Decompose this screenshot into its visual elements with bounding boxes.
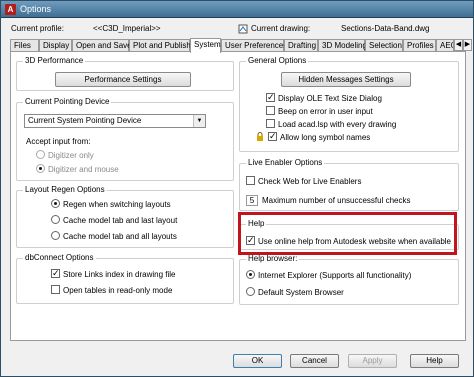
help-browser-group: Help browser: Internet Explorer (Support…: [239, 254, 459, 305]
current-profile-value: <<C3D_Imperial>>: [93, 24, 161, 33]
ole-text-size-checkbox[interactable]: Display OLE Text Size Dialog: [266, 92, 382, 104]
max-checks-row: 5 Maximum number of unsuccessful checks: [246, 195, 411, 206]
cancel-button[interactable]: Cancel: [290, 354, 339, 368]
pointing-device-value: Current System Pointing Device: [28, 116, 142, 125]
default-browser-radio[interactable]: Default System Browser: [246, 287, 344, 298]
performance-settings-button[interactable]: Performance Settings: [55, 72, 191, 87]
tab-strip: Files Display Open and Save Plot and Pub…: [10, 38, 472, 53]
internet-explorer-radio[interactable]: Internet Explorer (Supports all function…: [246, 270, 411, 281]
tab-system[interactable]: System: [190, 38, 221, 53]
ok-button[interactable]: OK: [233, 354, 282, 368]
tab-scroll-left-icon[interactable]: ◀: [454, 39, 463, 51]
current-profile-label: Current profile:: [11, 24, 64, 33]
options-dialog: A Options Current profile: <<C3D_Imperia…: [0, 0, 474, 377]
hidden-messages-button[interactable]: Hidden Messages Settings: [281, 72, 411, 87]
drawing-icon: [238, 24, 248, 36]
live-enabler-title: Live Enabler Options: [246, 158, 325, 167]
cache-last-layout-radio[interactable]: Cache model tab and last layout: [51, 215, 177, 226]
cache-all-layouts-radio[interactable]: Cache model tab and all layouts: [51, 231, 177, 242]
layout-regen-title: Layout Regen Options: [23, 185, 107, 194]
pointing-device-title: Current Pointing Device: [23, 97, 112, 106]
3d-performance-title: 3D Performance: [23, 56, 86, 65]
load-acad-lsp-checkbox[interactable]: Load acad.lsp with every drawing: [266, 119, 396, 130]
window-title: Options: [20, 4, 52, 14]
max-checks-input[interactable]: 5: [246, 195, 258, 206]
read-only-checkbox[interactable]: Open tables in read-only mode: [51, 285, 172, 296]
title-bar[interactable]: A Options: [1, 1, 473, 18]
chevron-down-icon[interactable]: ▼: [193, 115, 205, 127]
current-drawing-value: Sections-Data-Band.dwg: [341, 24, 430, 33]
general-options-title: General Options: [246, 56, 309, 65]
beep-on-error-checkbox[interactable]: Beep on error in user input: [266, 106, 373, 117]
pointing-device-group: Current Pointing Device Current System P…: [16, 97, 234, 181]
help-highlight-box: [238, 212, 457, 255]
general-options-group: General Options Hidden Messages Settings…: [239, 56, 459, 152]
long-symbol-names-checkbox[interactable]: Allow long symbol names: [256, 131, 370, 143]
apply-button[interactable]: Apply: [348, 354, 397, 368]
3d-performance-group: 3D Performance Performance Settings: [16, 56, 234, 91]
tab-scroll-right-icon[interactable]: ▶: [463, 39, 472, 51]
digitizer-only-radio[interactable]: Digitizer only: [36, 150, 94, 161]
regen-switching-radio[interactable]: Regen when switching layouts: [51, 199, 171, 210]
help-button[interactable]: Help: [410, 354, 459, 368]
check-web-checkbox[interactable]: Check Web for Live Enablers: [246, 176, 361, 187]
lock-icon: [256, 132, 264, 141]
autocad-icon: A: [5, 4, 16, 15]
pointing-device-select[interactable]: Current System Pointing Device ▼: [24, 114, 206, 128]
help-browser-title: Help browser:: [246, 254, 300, 263]
current-drawing-label: Current drawing:: [251, 24, 311, 33]
dbconnect-title: dbConnect Options: [23, 253, 96, 262]
live-enabler-group: Live Enabler Options Check Web for Live …: [239, 158, 459, 211]
system-tab-panel: 3D Performance Performance Settings Curr…: [10, 51, 466, 341]
store-links-checkbox[interactable]: Store Links index in drawing file: [51, 268, 176, 280]
max-checks-label: Maximum number of unsuccessful checks: [262, 196, 411, 205]
dbconnect-group: dbConnect Options Store Links index in d…: [16, 253, 234, 304]
accept-input-label: Accept input from:: [26, 137, 91, 146]
layout-regen-group: Layout Regen Options Regen when switchin…: [16, 185, 234, 248]
digitizer-and-mouse-radio[interactable]: Digitizer and mouse: [36, 164, 119, 175]
